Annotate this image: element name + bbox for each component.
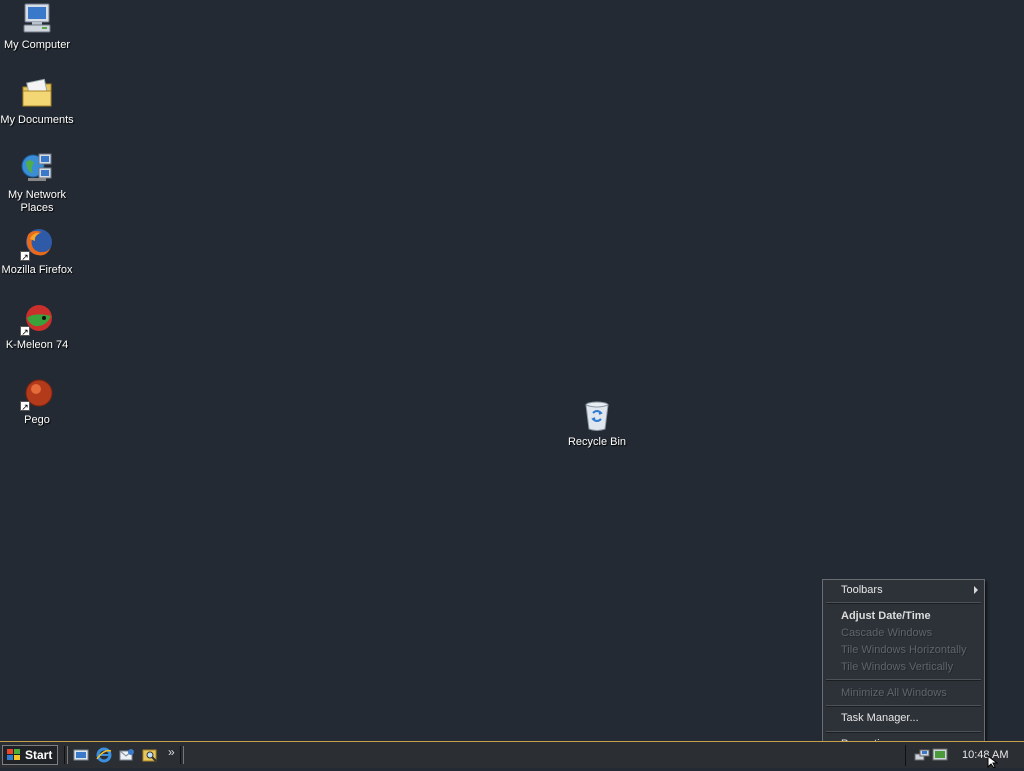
menu-item-adjust-date-time[interactable]: Adjust Date/Time <box>841 609 931 623</box>
show-desktop-icon[interactable] <box>73 747 89 763</box>
menu-item-label: Tile Windows Horizontally <box>841 644 967 656</box>
desktop-icon-label: K-Meleon 74 <box>5 339 69 351</box>
shortcut-arrow-icon: ↗ <box>20 326 30 337</box>
desktop-icon-label: Recycle Bin <box>567 436 627 448</box>
desktop-icon-recycle-bin[interactable]: Recycle Bin <box>560 399 634 449</box>
firefox-icon: ↗ <box>20 227 54 262</box>
menu-item-label: Minimize All Windows <box>841 687 947 699</box>
taskbar-divider <box>180 746 184 764</box>
menu-item-task-manager[interactable]: Task Manager... <box>841 711 919 725</box>
desktop-icon-label: Mozilla Firefox <box>1 264 73 276</box>
search-icon[interactable] <box>142 747 158 763</box>
taskbar-context-menu: Toolbars Adjust Date/Time Cascade Window… <box>822 579 985 755</box>
desktop-icon-mozilla-firefox[interactable]: ↗ Mozilla Firefox <box>0 227 74 277</box>
submenu-arrow-icon <box>974 586 978 594</box>
internet-explorer-icon[interactable] <box>96 747 112 763</box>
menu-item-label: Tile Windows Vertically <box>841 661 954 673</box>
pego-icon: ↗ <box>20 377 54 412</box>
display-tray-icon[interactable] <box>932 748 948 762</box>
windows-logo-icon <box>7 749 21 761</box>
computer-icon <box>20 2 54 36</box>
shortcut-arrow-icon: ↗ <box>20 251 30 262</box>
outlook-express-icon[interactable] <box>119 747 135 763</box>
menu-separator <box>826 602 981 604</box>
desktop-icon-label: Pego <box>24 414 50 426</box>
quick-launch-more-button[interactable]: » <box>168 745 175 759</box>
menu-item-label: Toolbars <box>841 584 883 596</box>
start-button[interactable]: Start <box>2 745 58 765</box>
menu-item-label: Adjust Date/Time <box>841 610 931 622</box>
desktop-icon-k-meleon[interactable]: ↗ K-Meleon 74 <box>0 302 74 352</box>
taskbar-divider <box>64 746 68 764</box>
desktop-icon-label: My Network Places <box>7 189 67 214</box>
taskbar: Start » 10:48 AM <box>0 741 1024 768</box>
desktop-icon-label: My Computer <box>3 39 71 51</box>
taskbar-clock[interactable]: 10:48 AM <box>962 749 1008 761</box>
network-tray-icon[interactable] <box>914 748 930 762</box>
desktop-icon-pego[interactable]: ↗ Pego <box>0 377 74 427</box>
menu-item-toolbars[interactable]: Toolbars <box>841 583 981 597</box>
start-label: Start <box>25 748 53 762</box>
mouse-cursor-icon <box>987 754 999 769</box>
desktop-icon-my-network-places[interactable]: My Network Places <box>0 152 74 215</box>
menu-item-label: Cascade Windows <box>841 627 933 639</box>
folder-icon <box>20 77 54 111</box>
shortcut-arrow-icon: ↗ <box>20 401 30 412</box>
menu-separator <box>826 705 981 707</box>
menu-item-tile-vertically: Tile Windows Vertically <box>841 660 953 674</box>
menu-item-cascade-windows: Cascade Windows <box>841 626 932 640</box>
kmeleon-icon: ↗ <box>20 302 54 337</box>
network-icon <box>20 152 54 186</box>
desktop-icon-label: My Documents <box>0 114 74 126</box>
menu-item-tile-horizontally: Tile Windows Horizontally <box>841 643 967 657</box>
menu-item-minimize-all: Minimize All Windows <box>841 686 947 700</box>
desktop-icon-my-documents[interactable]: My Documents <box>0 77 74 127</box>
menu-separator <box>826 731 981 733</box>
menu-separator <box>826 679 981 681</box>
menu-item-label: Task Manager... <box>841 712 919 724</box>
recycle-bin-icon <box>580 399 614 433</box>
desktop-icon-my-computer[interactable]: My Computer <box>0 2 74 52</box>
